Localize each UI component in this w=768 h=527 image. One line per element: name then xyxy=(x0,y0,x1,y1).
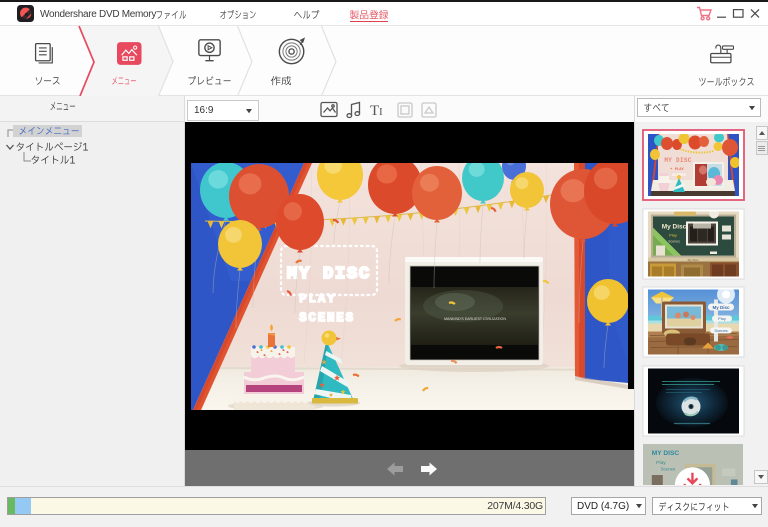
svg-text:My Disc: My Disc xyxy=(662,224,687,231)
svg-text:T: T xyxy=(370,103,379,119)
svg-text:Scenes: Scenes xyxy=(661,467,676,472)
svg-text:I: I xyxy=(379,106,383,118)
svg-text:Play: Play xyxy=(669,233,677,238)
svg-text:SCENES: SCENES xyxy=(299,311,355,325)
svg-text:Play: Play xyxy=(656,460,666,466)
svg-text:MY DISC: MY DISC xyxy=(287,265,371,284)
svg-text:My Disc: My Disc xyxy=(688,258,699,262)
svg-text:My Disc: My Disc xyxy=(712,305,730,310)
svg-text:MY DISC: MY DISC xyxy=(664,157,691,164)
svg-text:Play: Play xyxy=(718,316,726,321)
svg-text:Scenes: Scenes xyxy=(668,240,680,244)
svg-text:MY DISC: MY DISC xyxy=(652,450,680,457)
svg-text:PLAY: PLAY xyxy=(299,292,337,306)
svg-text:MANKIND'S EARLIEST CIVILIZATIO: MANKIND'S EARLIEST CIVILIZATION xyxy=(444,317,506,321)
svg-text:Scenes: Scenes xyxy=(714,328,727,333)
svg-text:+ PLAY: + PLAY xyxy=(670,168,684,172)
